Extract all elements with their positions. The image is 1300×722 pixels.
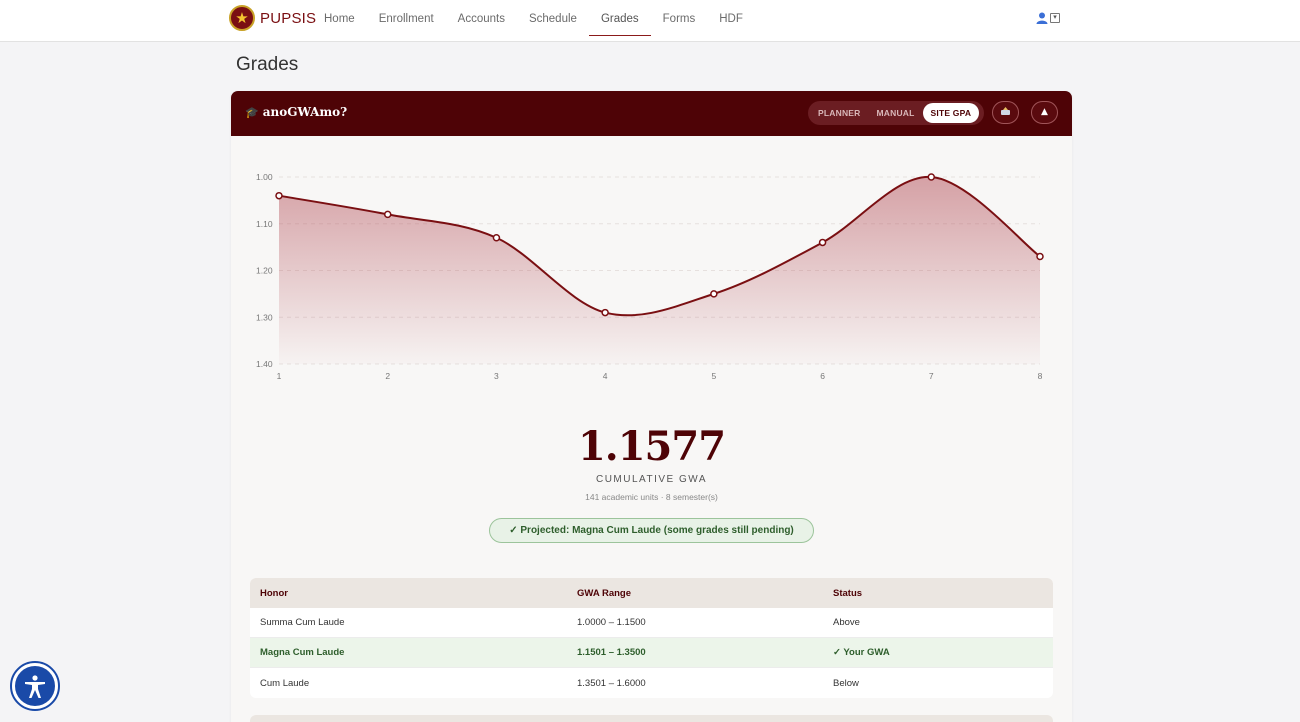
- user-menu[interactable]: ▾: [1036, 12, 1060, 24]
- y-tick-label: 1.00: [256, 172, 273, 182]
- accessibility-button[interactable]: [10, 661, 60, 711]
- x-tick-label: 2: [385, 371, 390, 381]
- card-title: 🎓 anoGWAmo?: [245, 105, 347, 119]
- card-header: 🎓 anoGWAmo? PLANNER MANUAL SITE GPA ▲: [231, 91, 1072, 136]
- table-row: Summa Cum Laude 1.0000 – 1.1500 Above: [250, 608, 1053, 638]
- mode-planner[interactable]: PLANNER: [810, 103, 869, 123]
- honor-cell: Summa Cum Laude: [260, 617, 345, 628]
- data-point[interactable]: [383, 210, 392, 219]
- brand[interactable]: ★ PUPSIS: [229, 5, 316, 31]
- y-tick-label: 1.40: [256, 359, 273, 369]
- chevron-down-icon[interactable]: ▾: [1050, 13, 1060, 23]
- table-header-row: Honor GWA Range Status: [250, 578, 1053, 608]
- nav-enrollment[interactable]: Enrollment: [367, 0, 446, 36]
- cumulative-gwa-value: 1.1577: [577, 423, 726, 470]
- university-logo: ★: [229, 5, 255, 31]
- card-title-text: anoGWAmo?: [262, 105, 348, 119]
- y-tick-label: 1.30: [256, 312, 273, 322]
- nav-accounts[interactable]: Accounts: [446, 0, 517, 36]
- table-row-current: Magna Cum Laude 1.1501 – 1.3500 ✓ Your G…: [250, 638, 1053, 668]
- page-title: Grades: [236, 54, 299, 75]
- user-icon: [1036, 12, 1048, 24]
- top-navbar: ★ PUPSIS Home Enrollment Accounts Schedu…: [0, 0, 1300, 42]
- units-summary: 141 academic units · 8 semester(s): [585, 492, 718, 502]
- x-tick-label: 6: [820, 371, 825, 381]
- chart-area: [279, 176, 1040, 364]
- gwa-trend-chart: 1.00 1.10 1.20 1.30 1.40 1 2 3 4 5 6 7 8: [256, 172, 1044, 381]
- data-point[interactable]: [601, 308, 609, 317]
- x-tick-label: 3: [494, 371, 499, 381]
- data-point[interactable]: [1036, 252, 1044, 261]
- projection-badge: ✓ Projected: Magna Cum Laude (some grade…: [489, 518, 814, 543]
- data-point[interactable]: [818, 238, 827, 247]
- data-point[interactable]: [927, 173, 936, 181]
- main-nav: Home Enrollment Accounts Schedule Grades…: [312, 0, 755, 42]
- y-tick-label: 1.20: [256, 266, 273, 276]
- mode-manual[interactable]: MANUAL: [869, 103, 923, 123]
- range-cell: 1.0000 – 1.1500: [577, 617, 646, 628]
- x-tick-label: 5: [711, 371, 716, 381]
- status-cell: Above: [833, 617, 860, 628]
- header-status: Status: [833, 587, 863, 599]
- nav-grades[interactable]: Grades: [588, 0, 651, 36]
- mode-toggle: PLANNER MANUAL SITE GPA: [808, 101, 984, 125]
- status-cell: ✓ Your GWA: [833, 647, 890, 658]
- data-point[interactable]: [275, 191, 283, 200]
- nav-home[interactable]: Home: [312, 0, 367, 36]
- gwa-card: 🎓 anoGWAmo? PLANNER MANUAL SITE GPA ▲ 1.…: [231, 91, 1072, 722]
- x-tick-label: 4: [603, 371, 608, 381]
- status-cell: Below: [833, 677, 859, 689]
- range-cell: 1.1501 – 1.3500: [577, 647, 646, 658]
- nav-schedule[interactable]: Schedule: [517, 0, 589, 36]
- nav-forms[interactable]: Forms: [651, 0, 708, 36]
- honors-table: Honor GWA Range Status Summa Cum Laude 1…: [250, 578, 1053, 698]
- export-button[interactable]: [992, 101, 1019, 124]
- next-section: [250, 715, 1053, 722]
- header-gwa-range: GWA Range: [577, 587, 632, 599]
- x-tick-label: 1: [277, 371, 282, 381]
- range-cell: 1.3501 – 1.6000: [577, 677, 646, 689]
- graduation-cap-icon: 🎓: [245, 106, 259, 119]
- honor-cell: Cum Laude: [260, 677, 310, 689]
- brand-name: PUPSIS: [260, 9, 317, 27]
- data-point[interactable]: [492, 234, 501, 242]
- export-icon: [1001, 107, 1010, 115]
- honor-cell: Magna Cum Laude: [260, 647, 345, 658]
- y-tick-label: 1.10: [256, 219, 273, 229]
- x-tick-label: 7: [929, 371, 934, 381]
- x-tick-label: 8: [1038, 371, 1043, 381]
- accessibility-icon: [15, 666, 55, 706]
- cumulative-gwa-label: CUMULATIVE GWA: [595, 474, 707, 485]
- data-point[interactable]: [710, 290, 718, 298]
- collapse-button[interactable]: ▲: [1031, 101, 1058, 124]
- header-honor: Honor: [260, 587, 288, 599]
- nav-hdf[interactable]: HDF: [707, 0, 755, 36]
- collapse-up-icon: ▲: [1041, 107, 1048, 117]
- mode-site-gpa[interactable]: SITE GPA: [922, 103, 980, 123]
- table-row: Cum Laude 1.3501 – 1.6000 Below: [250, 668, 1053, 698]
